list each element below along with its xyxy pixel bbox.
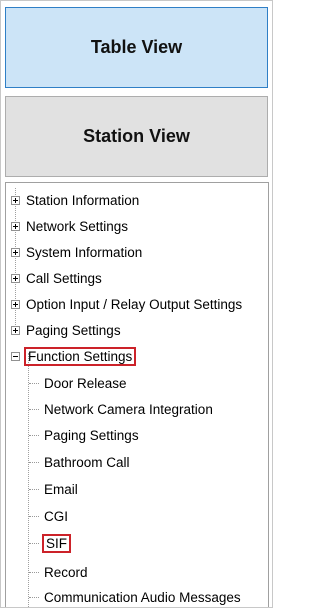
- collapse-icon[interactable]: [11, 351, 20, 361]
- expand-icon[interactable]: [11, 273, 20, 283]
- tree-item-network-settings[interactable]: Network Settings: [11, 215, 130, 237]
- tree-connector: [29, 408, 39, 410]
- tree-connector: [29, 515, 39, 517]
- settings-tree: Station Information Network Settings Sys…: [5, 182, 269, 607]
- tree-item-label: System Information: [26, 244, 143, 260]
- tree-child-cgi[interactable]: CGI: [29, 505, 70, 527]
- settings-panel: Table View Station View Station Informat…: [0, 0, 273, 608]
- tree-item-function-settings[interactable]: Function Settings: [11, 345, 137, 367]
- tree-item-label: Communication Audio Messages: [44, 589, 241, 605]
- tree-item-label: CGI: [44, 508, 69, 524]
- tree-connector: [29, 571, 39, 573]
- tree-connector: [29, 461, 39, 463]
- tree-item-option-input-relay-output[interactable]: Option Input / Relay Output Settings: [11, 293, 244, 315]
- tree-child-paging-settings[interactable]: Paging Settings: [29, 424, 141, 446]
- tree-item-label: Record: [44, 564, 88, 580]
- tree-item-label: Bathroom Call: [44, 454, 130, 470]
- tree-child-bathroom-call[interactable]: Bathroom Call: [29, 451, 132, 473]
- tree-item-label: Paging Settings: [26, 322, 121, 338]
- tree-item-system-information[interactable]: System Information: [11, 241, 144, 263]
- tree-connector: [29, 542, 39, 544]
- expand-icon[interactable]: [11, 247, 20, 257]
- tree-item-paging-settings[interactable]: Paging Settings: [11, 319, 123, 341]
- tree-item-label: Network Settings: [26, 218, 129, 234]
- tree-item-label-highlighted: SIF: [42, 533, 72, 553]
- tree-connector: [29, 596, 39, 598]
- expand-icon[interactable]: [11, 195, 20, 205]
- tree-item-label: Option Input / Relay Output Settings: [26, 296, 243, 312]
- tree-item-call-settings[interactable]: Call Settings: [11, 267, 104, 289]
- tree-connector: [29, 434, 39, 436]
- tree-item-label: Station Information: [26, 192, 140, 208]
- tree-connector: [29, 382, 39, 384]
- station-view-button[interactable]: Station View: [5, 96, 268, 177]
- tree-item-label: Paging Settings: [44, 427, 139, 443]
- tree-item-label: Email: [44, 481, 78, 497]
- tree-child-door-release[interactable]: Door Release: [29, 372, 129, 394]
- expand-icon[interactable]: [11, 325, 20, 335]
- expand-icon[interactable]: [11, 299, 20, 309]
- tree-item-label-highlighted: Function Settings: [24, 346, 137, 366]
- expand-icon[interactable]: [11, 221, 20, 231]
- tree-child-network-camera-integration[interactable]: Network Camera Integration: [29, 398, 215, 420]
- tree-item-label: Network Camera Integration: [44, 401, 213, 417]
- tree-connector: [29, 488, 39, 490]
- tree-child-record[interactable]: Record: [29, 561, 90, 583]
- tree-child-communication-audio-messages[interactable]: Communication Audio Messages: [29, 586, 243, 607]
- tree-item-label: Call Settings: [26, 270, 102, 286]
- tree-child-sif[interactable]: SIF: [29, 532, 72, 554]
- table-view-button[interactable]: Table View: [5, 7, 268, 88]
- tree-item-label: Door Release: [44, 375, 127, 391]
- tree-child-email[interactable]: Email: [29, 478, 80, 500]
- tree-item-station-information[interactable]: Station Information: [11, 189, 141, 211]
